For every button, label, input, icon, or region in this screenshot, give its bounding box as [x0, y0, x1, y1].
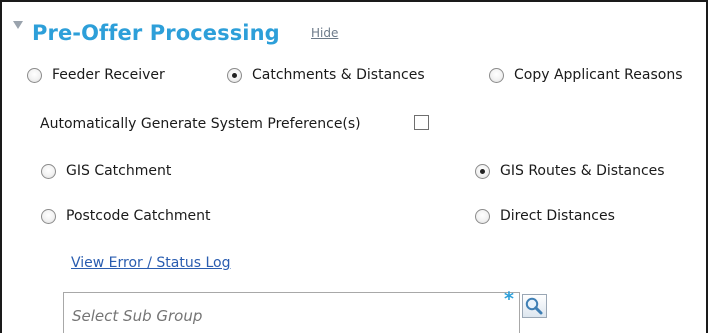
radio-gis-catchment[interactable]: GIS Catchment: [41, 163, 171, 180]
lookup-button[interactable]: [522, 294, 547, 318]
radio-label: Postcode Catchment: [66, 208, 211, 224]
radio-button[interactable]: [41, 164, 56, 179]
radio-catchments-distances[interactable]: Catchments & Distances: [227, 67, 425, 84]
sub-group-field[interactable]: [63, 292, 520, 333]
required-marker: *: [504, 288, 514, 310]
sub-group-input[interactable]: [72, 307, 492, 325]
radio-label: Copy Applicant Reasons: [514, 67, 683, 83]
radio-selected-dot: [232, 73, 237, 78]
radio-button[interactable]: [475, 209, 490, 224]
radio-postcode-catchment[interactable]: Postcode Catchment: [41, 208, 211, 225]
radio-feeder-receiver[interactable]: Feeder Receiver: [27, 67, 165, 84]
magnifier-icon: [525, 297, 543, 315]
hide-link[interactable]: Hide: [311, 26, 338, 40]
radio-direct-distances[interactable]: Direct Distances: [475, 208, 615, 225]
triangle-down-icon[interactable]: [13, 21, 23, 29]
radio-label: Direct Distances: [500, 208, 615, 224]
radio-button[interactable]: [227, 68, 242, 83]
radio-gis-routes-distances[interactable]: GIS Routes & Distances: [475, 163, 665, 180]
radio-button[interactable]: [41, 209, 56, 224]
radio-label: Feeder Receiver: [52, 67, 165, 83]
auto-generate-label: Automatically Generate System Preference…: [40, 116, 361, 132]
radio-label: GIS Catchment: [66, 163, 172, 179]
radio-copy-applicant-reasons[interactable]: Copy Applicant Reasons: [489, 67, 683, 84]
radio-button[interactable]: [489, 68, 504, 83]
radio-button[interactable]: [475, 164, 490, 179]
radio-label: GIS Routes & Distances: [500, 163, 665, 179]
radio-button[interactable]: [27, 68, 42, 83]
view-error-status-log-link[interactable]: View Error / Status Log: [71, 255, 230, 272]
radio-selected-dot: [480, 169, 485, 174]
auto-generate-checkbox[interactable]: [414, 115, 429, 130]
panel-title: Pre-Offer Processing: [32, 21, 280, 45]
radio-label: Catchments & Distances: [252, 67, 425, 83]
